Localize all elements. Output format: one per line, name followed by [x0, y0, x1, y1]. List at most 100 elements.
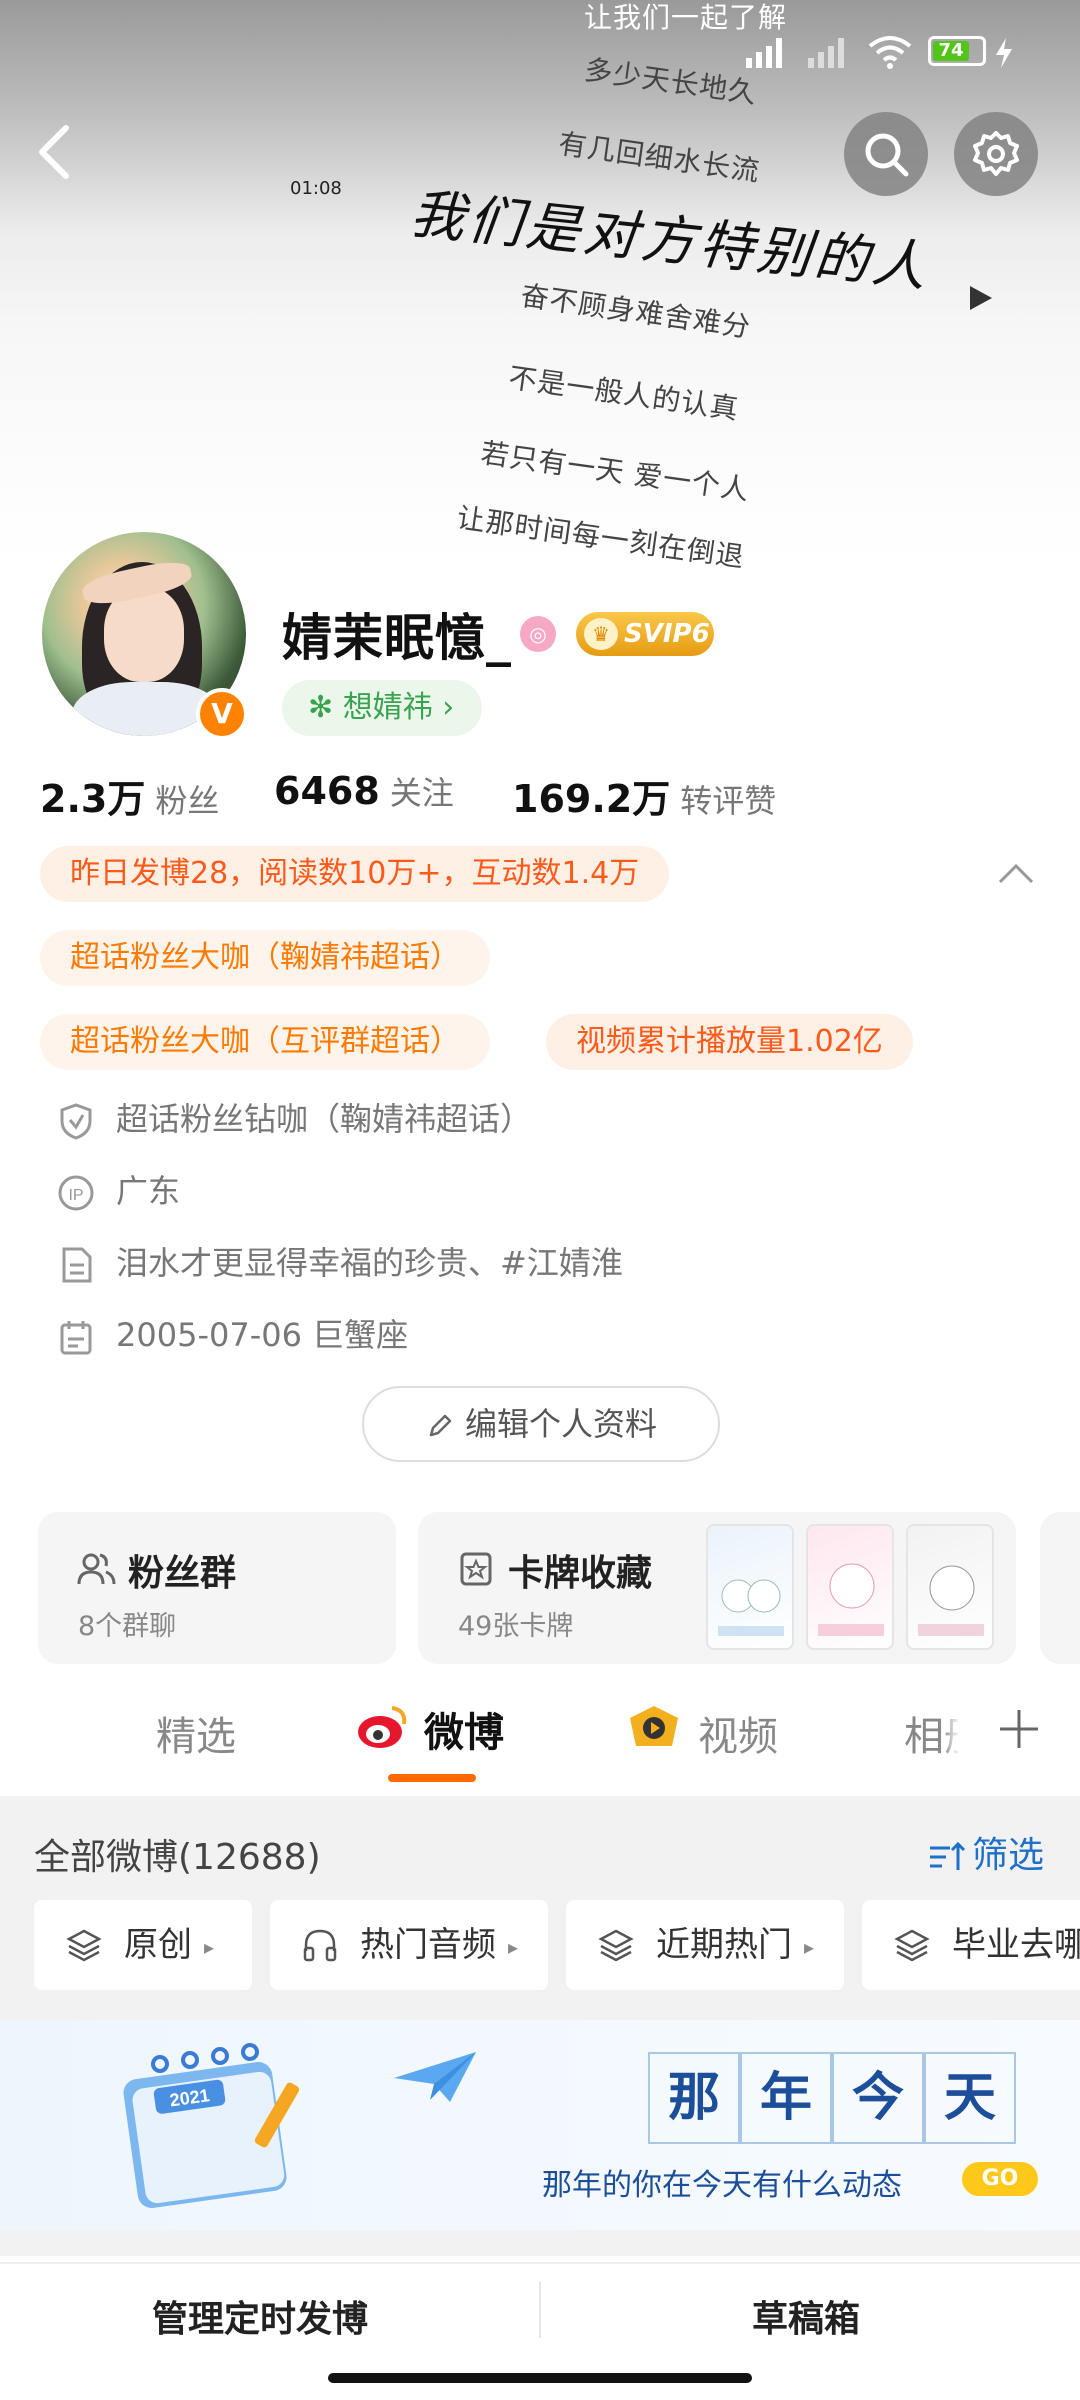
info-birthday-text: 2005-07-06 巨蟹座: [116, 1316, 409, 1354]
info-badge-row[interactable]: 超话粉丝钻咖（鞠婧祎超话）: [56, 1094, 532, 1141]
cellular-signal-2-icon: [808, 38, 844, 68]
tab-album[interactable]: 相册: [904, 1704, 964, 1762]
snowflake-icon: ✻: [308, 690, 343, 725]
svip-label: SVIP6: [624, 619, 710, 649]
tab-featured[interactable]: 精选: [156, 1704, 236, 1762]
layers-icon: [598, 1929, 634, 1962]
profile-page: 让我们一起了解 多少天长地久 有几回细水长流 01:08 我们是对方特别的人 奋…: [0, 0, 1080, 2400]
go-button[interactable]: GO: [962, 2162, 1038, 2196]
home-indicator[interactable]: [328, 2373, 752, 2383]
stat-label: 粉丝: [155, 782, 220, 820]
fan-club-label: 想婧祎: [342, 690, 433, 725]
username: 婧茉眠憶_: [282, 609, 512, 667]
calendar-icon: [60, 1321, 92, 1355]
stat-following[interactable]: 6468 关注: [274, 768, 454, 814]
chip-label: 热门音频: [360, 1925, 496, 1965]
chip-label: 毕业去哪: [952, 1925, 1080, 1965]
crown-icon: ♛: [584, 618, 618, 650]
stat-label: 转评赞: [680, 782, 777, 820]
triangle-right-icon: ▸: [204, 1934, 215, 1959]
info-bio-text: 泪水才更显得幸福的珍贵、#江婧淮: [116, 1244, 623, 1282]
stat-fans[interactable]: 2.3万 粉丝: [40, 768, 219, 823]
fans-group-card[interactable]: 粉丝群 8个群聊: [38, 1512, 396, 1664]
info-badge-text: 超话粉丝钻咖（鞠婧祎超话）: [116, 1100, 533, 1138]
tab-weibo[interactable]: 微博: [424, 1700, 504, 1758]
stat-value: 6468: [274, 769, 380, 813]
memory-char: 年: [740, 2052, 832, 2144]
memory-char: 那: [648, 2052, 740, 2144]
pink-badge-icon[interactable]: ◎: [520, 616, 556, 652]
chip-recent-hot[interactable]: 近期热门 ▸: [566, 1900, 844, 1990]
info-bio-row: 泪水才更显得幸福的珍贵、#江婧淮: [56, 1238, 623, 1285]
search-icon: [865, 133, 909, 177]
ip-location-icon: IP: [58, 1175, 94, 1211]
card-collection-title: 卡牌收藏: [508, 1553, 653, 1594]
lyric-line: 有几回细水长流: [556, 127, 763, 188]
filter-label: 筛选: [972, 1835, 1045, 1876]
wifi-icon: [868, 36, 912, 69]
fans-group-subtitle: 8个群聊: [78, 1611, 177, 1642]
video-badge-icon: [630, 1706, 678, 1746]
superfan-pill[interactable]: 超话粉丝大咖（互评群超话）: [40, 1014, 490, 1070]
stat-interactions[interactable]: 169.2万 转评赞: [512, 768, 776, 823]
chip-hot-audio[interactable]: 热门音频 ▸: [270, 1900, 548, 1990]
settings-button[interactable]: [954, 112, 1038, 196]
people-icon: [77, 1553, 116, 1585]
memory-subtitle: 那年的你在今天有什么动态: [542, 2168, 902, 2203]
lyric-line: 不是一般人的认真: [506, 361, 741, 426]
shield-icon: [60, 1103, 92, 1140]
stat-label: 关注: [389, 774, 454, 812]
triangle-right-icon: ▸: [508, 1934, 519, 1959]
more-card-peek[interactable]: [1040, 1512, 1080, 1664]
all-weibo-count: 全部微博(12688): [34, 1837, 321, 1878]
info-ip-row: IP 广东: [56, 1166, 180, 1213]
activity-summary-pill[interactable]: 昨日发博28，阅读数10万+，互动数1.4万: [40, 846, 670, 902]
card-thumbnail: [806, 1524, 894, 1650]
stat-value: 2.3万: [40, 777, 146, 821]
collapse-chevron-icon[interactable]: [996, 858, 1036, 888]
svg-text:IP: IP: [68, 1187, 83, 1204]
fans-group-title: 粉丝群: [128, 1553, 237, 1594]
layers-icon: [66, 1929, 102, 1962]
headphones-icon: [303, 1929, 337, 1962]
gear-icon: [973, 131, 1019, 176]
info-ip-text: 广东: [116, 1172, 181, 1210]
manage-scheduled-posts-button[interactable]: 管理定时发博: [152, 2290, 368, 2342]
chip-label: 原创: [124, 1925, 192, 1965]
fan-club-chip[interactable]: ✻ 想婧祎 ›: [282, 680, 483, 736]
chip-original[interactable]: 原创 ▸: [34, 1900, 252, 1990]
active-tab-indicator: [388, 1774, 476, 1782]
lyric-line: 若只有一天 爱一个人: [478, 436, 752, 507]
search-button[interactable]: [844, 112, 928, 196]
lyric-line: 让那时间每一刻在倒退: [454, 500, 747, 575]
memory-char: 天: [924, 2052, 1016, 2144]
edit-profile-button[interactable]: 编辑个人资料: [362, 1386, 720, 1462]
card-collection-card[interactable]: 卡牌收藏 49张卡牌: [418, 1512, 1016, 1664]
timestamp: 01:08: [290, 178, 342, 199]
tab-video[interactable]: 视频: [698, 1704, 778, 1762]
drafts-button[interactable]: 草稿箱: [752, 2290, 860, 2342]
verified-badge-icon: V: [196, 688, 248, 740]
card-thumbnail: [706, 1524, 794, 1650]
card-star-icon: [460, 1552, 492, 1586]
info-birthday-row: 2005-07-06 巨蟹座: [56, 1310, 408, 1357]
edit-profile-label: 编辑个人资料: [464, 1405, 657, 1443]
tab-add-area[interactable]: [958, 1680, 1080, 1780]
chip-graduation[interactable]: 毕业去哪: [862, 1900, 1080, 1990]
battery-indicator: 74: [928, 36, 986, 66]
back-icon[interactable]: [30, 122, 78, 182]
paper-plane-icon: [394, 2052, 476, 2102]
play-icon[interactable]: [966, 284, 994, 312]
triangle-right-icon: ▸: [804, 1934, 815, 1959]
video-plays-pill[interactable]: 视频累计播放量1.02亿: [546, 1014, 913, 1070]
filter-button[interactable]: 筛选: [928, 1826, 1044, 1878]
layers-icon: [894, 1929, 930, 1962]
lyric-line: 奋不顾身难舍难分: [518, 279, 753, 344]
cellular-signal-icon: [746, 38, 782, 68]
svip-badge[interactable]: ♛ SVIP6: [576, 612, 714, 656]
chevron-right-icon: ›: [432, 690, 455, 725]
chip-label: 近期热门: [656, 1925, 792, 1965]
superfan-pill[interactable]: 超话粉丝大咖（鞠婧祎超话）: [40, 930, 490, 986]
card-collection-subtitle: 49张卡牌: [458, 1611, 574, 1642]
weibo-logo-icon: [358, 1706, 407, 1748]
